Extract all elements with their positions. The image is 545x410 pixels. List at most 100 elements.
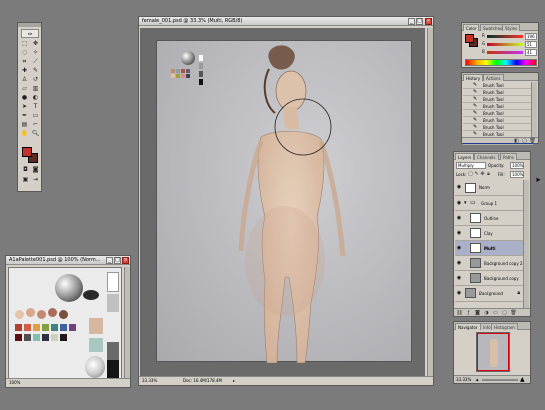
canvas-area[interactable] [140, 28, 425, 377]
palette-canvas[interactable] [8, 267, 122, 379]
maximize-button[interactable]: □ [416, 18, 423, 25]
hand-tool-icon[interactable]: ✋ [20, 130, 29, 138]
color-spectrum-ramp[interactable] [465, 59, 537, 66]
eyedropper-tool-icon[interactable]: ⌐ [31, 121, 40, 129]
history-brush-tool-icon[interactable]: ↺ [31, 76, 40, 84]
blend-mode-select[interactable]: Multiply [456, 162, 486, 169]
link-layers-icon[interactable]: ⛓︎ [456, 310, 463, 316]
zoom-out-icon[interactable]: ▴ [476, 376, 479, 384]
painting-canvas[interactable] [156, 40, 412, 363]
standard-mode-icon[interactable]: ◙ [31, 166, 40, 174]
eye-icon[interactable]: ◉ [456, 260, 462, 266]
eye-icon[interactable]: ◉ [456, 245, 462, 251]
palette-close-button[interactable]: × [122, 257, 129, 264]
document-vertical-scrollbar[interactable] [427, 28, 433, 376]
layer-style-icon[interactable]: ƒ [465, 310, 472, 316]
trash-icon[interactable]: 🗑︎ [529, 138, 536, 144]
photoshop-feather-icon[interactable]: ✑ [21, 29, 39, 38]
document-titlebar[interactable]: female_001.psd @ 33.3% (Multi, RGB/8) _ … [139, 17, 433, 26]
dodge-tool-icon[interactable]: ◐ [31, 94, 40, 102]
tab-styles[interactable]: Styles [502, 24, 521, 31]
eye-icon[interactable]: ◉ [456, 200, 462, 206]
minimize-button[interactable]: _ [408, 18, 415, 25]
channel-g-value[interactable]: 51 [525, 41, 537, 48]
layer-mask-icon[interactable]: ◙ [474, 310, 481, 316]
gradient-tool-icon[interactable]: ▥ [31, 85, 40, 93]
new-layer-icon[interactable]: ▢ [501, 310, 508, 316]
tab-navigator[interactable]: Navigator [455, 323, 481, 330]
history-item[interactable]: ✎ Brush Tool [463, 89, 533, 96]
lasso-tool-icon[interactable]: ◌ [20, 49, 29, 57]
history-scrollbar[interactable] [531, 82, 537, 137]
status-arrow-icon[interactable]: ▸ [233, 377, 235, 385]
layer-row[interactable]: ◉ Clay [455, 226, 523, 241]
navigator-preview[interactable] [476, 332, 510, 372]
eraser-tool-icon[interactable]: ▱ [20, 85, 29, 93]
layer-row-selected[interactable]: ◉ Multi [455, 241, 523, 256]
tab-layers[interactable]: Layers [455, 153, 475, 160]
tab-channels[interactable]: Channels [474, 153, 499, 160]
slice-tool-icon[interactable]: ⟋ [31, 58, 40, 66]
opacity-input[interactable]: 100% [510, 162, 524, 169]
move-tool-icon[interactable]: ✥ [31, 40, 40, 48]
type-tool-icon[interactable]: T [31, 103, 40, 111]
shape-tool-icon[interactable]: ▭ [31, 112, 40, 120]
brush-tool-icon[interactable]: ✎ [31, 67, 40, 75]
notes-tool-icon[interactable]: ▤ [20, 121, 29, 129]
close-button[interactable]: × [425, 18, 432, 25]
crop-tool-icon[interactable]: ⌗ [20, 58, 29, 66]
channel-r-value[interactable]: 196 [525, 33, 537, 40]
layer-row[interactable]: ◉ Norm [455, 180, 523, 196]
history-item[interactable]: ✎ Brush Tool [463, 117, 533, 124]
palette-vertical-scrollbar[interactable] [124, 267, 130, 378]
layer-group-row[interactable]: ◉ ▾ ▭ Group 1 [455, 196, 523, 211]
history-item[interactable]: ✎ Brush Tool [463, 124, 533, 131]
zoom-slider[interactable] [482, 379, 518, 381]
blur-tool-icon[interactable]: ● [20, 94, 29, 102]
tab-history[interactable]: History [463, 74, 484, 81]
toolbox-grip[interactable] [18, 23, 41, 27]
color-fg-swatch[interactable] [465, 34, 474, 43]
adjustment-layer-icon[interactable]: ◑ [483, 310, 490, 316]
eye-icon[interactable]: ◉ [456, 290, 462, 296]
palette-document-titlebar[interactable]: A1aPalette001.psd @ 100% (Norm... _ □ × [6, 256, 130, 265]
tab-color[interactable]: Color [463, 24, 480, 31]
clone-stamp-tool-icon[interactable]: ♙ [20, 76, 29, 84]
foreground-color-swatch[interactable] [22, 147, 32, 157]
zoom-in-icon[interactable]: ▲ [520, 376, 525, 384]
palette-zoom[interactable]: 100% [9, 379, 20, 387]
new-group-icon[interactable]: ▭ [492, 310, 499, 316]
path-selection-tool-icon[interactable]: ➤ [20, 103, 29, 111]
lock-all-icon[interactable]: 🔒︎ [485, 171, 492, 177]
quick-mask-icon[interactable]: ◘ [21, 166, 30, 174]
layers-scrollbar[interactable] [523, 180, 529, 308]
new-document-icon[interactable]: ▢ [521, 138, 528, 144]
channel-b-slider[interactable] [487, 51, 523, 54]
eye-icon[interactable]: ◉ [456, 275, 462, 281]
history-item[interactable]: ✎ Brush Tool [463, 103, 533, 110]
palette-maximize-button[interactable]: □ [114, 257, 121, 264]
zoom-tool-icon[interactable]: 🔍︎ [31, 130, 40, 138]
tab-actions[interactable]: Actions [483, 74, 504, 81]
fill-input[interactable]: 100% [510, 171, 524, 178]
channel-g-slider[interactable] [487, 43, 523, 46]
jump-to-imageready-icon[interactable]: ⇥ [31, 176, 40, 184]
marquee-tool-icon[interactable]: ⬚ [20, 40, 29, 48]
layer-row[interactable]: ◉ Outline [455, 211, 523, 226]
eye-icon[interactable]: ◉ [456, 230, 462, 236]
layer-row[interactable]: ◉ Background 🔒︎ [455, 286, 523, 302]
trash-icon[interactable]: 🗑︎ [510, 310, 517, 316]
healing-brush-tool-icon[interactable]: ✚ [20, 67, 29, 75]
new-snapshot-icon[interactable]: ◧ [513, 138, 520, 144]
channel-b-value[interactable]: 41 [525, 49, 537, 56]
magic-wand-tool-icon[interactable]: ✧ [31, 49, 40, 57]
screen-mode-icon[interactable]: ▣ [21, 176, 30, 184]
palette-minimize-button[interactable]: _ [106, 257, 113, 264]
eye-icon[interactable]: ◉ [456, 215, 462, 221]
pen-tool-icon[interactable]: ✒ [20, 112, 29, 120]
history-item[interactable]: ✎ Brush Tool [463, 82, 533, 89]
document-zoom[interactable]: 33.33% [142, 377, 157, 385]
history-item[interactable]: ✎ Brush Tool [463, 96, 533, 103]
navigator-zoom[interactable]: 33.33% [456, 376, 471, 384]
group-expand-icon[interactable]: ▾ [464, 200, 467, 206]
